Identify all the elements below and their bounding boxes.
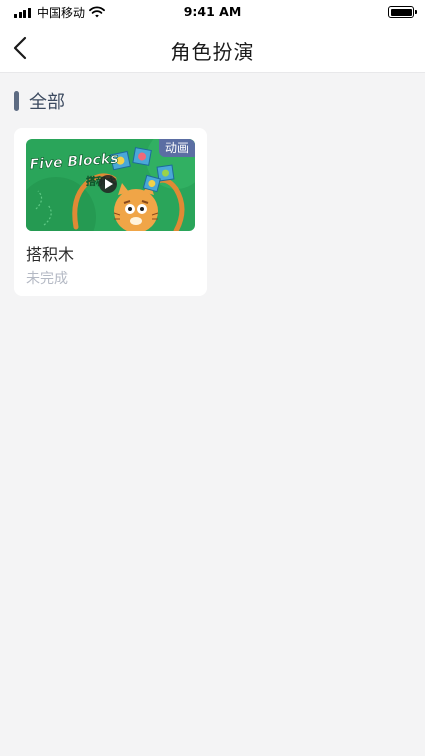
content-card[interactable]: Five Blocks 搭积木 动画 搭积木 未完成 [14,128,207,296]
section-title: 全部 [29,92,65,113]
section-accent-bar [14,91,19,111]
page-title: 角色扮演 [170,40,255,64]
status-bar: 中国移动 9:41 AM [0,0,425,24]
card-title: 搭积木 [26,245,75,264]
card-status: 未完成 [26,271,68,287]
status-time: 9:41 AM [183,4,242,19]
card-thumbnail: Five Blocks 搭积木 动画 [26,139,195,231]
battery-icon [388,6,417,18]
nav-bar: 角色扮演 [0,24,425,73]
play-icon [99,175,117,193]
type-badge: 动画 [158,139,195,157]
section-header: 全部 [14,90,65,113]
